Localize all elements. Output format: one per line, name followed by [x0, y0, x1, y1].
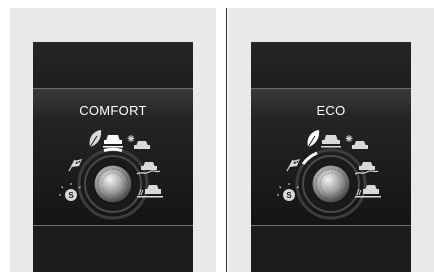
eco-leaf-icon: [89, 130, 102, 148]
svg-text:S: S: [68, 191, 74, 200]
comfort-car-icon: [103, 135, 123, 148]
comfort-car-icon: [321, 135, 341, 148]
snow-icon: [345, 135, 368, 149]
smart-icon: S: [59, 183, 81, 201]
display-bottom-strip: [251, 226, 411, 272]
smart-icon: S: [277, 183, 299, 201]
display-top-strip: [33, 42, 193, 88]
svg-text:S: S: [286, 191, 292, 200]
panel-divider: [226, 8, 227, 272]
right-display-half: ECO S: [228, 8, 434, 272]
mode-display-eco: ECO S: [251, 42, 411, 272]
selection-indicator: [103, 147, 123, 152]
display-top-strip: [251, 42, 411, 88]
drive-mode-panel: COMFORT S: [33, 88, 193, 226]
eco-leaf-icon: [307, 130, 320, 148]
drive-mode-dial: S: [277, 130, 381, 220]
dial-knob[interactable]: [93, 164, 133, 204]
snow-icon: [127, 135, 150, 149]
drive-mode-dial: S: [59, 130, 163, 220]
left-display-half: COMFORT S: [10, 8, 216, 272]
display-bottom-strip: [33, 226, 193, 272]
sport-icon: [286, 159, 300, 172]
drive-mode-panel: ECO S: [251, 88, 411, 226]
sport-icon: [68, 159, 82, 172]
dial-knob[interactable]: [311, 164, 351, 204]
mode-display-comfort: COMFORT S: [33, 42, 193, 272]
